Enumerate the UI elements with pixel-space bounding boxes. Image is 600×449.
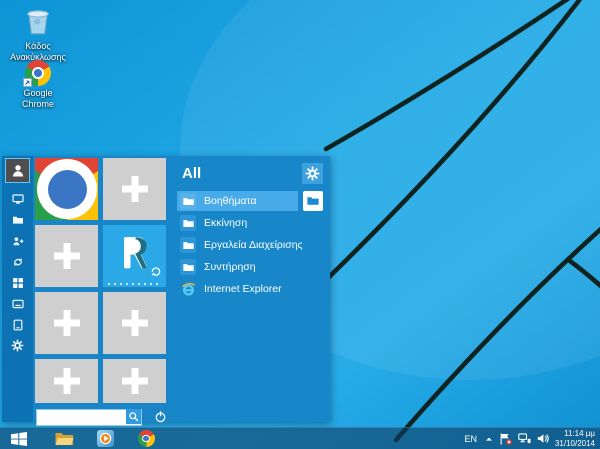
start-menu-search-row: [36, 407, 170, 425]
windows-logo-icon: [11, 432, 27, 446]
user-avatar[interactable]: [5, 158, 30, 183]
plus-icon: [122, 310, 148, 336]
plus-icon: [54, 243, 80, 269]
taskbar-media-player-button[interactable]: [95, 430, 115, 448]
tile-start-menu-reviver[interactable]: [103, 225, 166, 287]
plus-icon: [122, 368, 148, 394]
chevron-up-icon: [485, 435, 493, 443]
tile-google-chrome[interactable]: [35, 158, 98, 220]
folder-icon: [180, 193, 196, 209]
desktop-icon-google-chrome[interactable]: Google Chrome: [8, 60, 68, 110]
sidebar-share-icon[interactable]: [2, 230, 33, 251]
reviver-logo-icon: [115, 233, 155, 278]
gear-icon: [305, 166, 320, 181]
refresh-swirl-icon: [150, 264, 162, 282]
menu-item-selected[interactable]: Βοηθήματα: [177, 191, 298, 211]
chrome-icon: [138, 430, 155, 447]
tile-empty-add[interactable]: [35, 225, 98, 287]
system-tray: EN: [464, 429, 600, 449]
menu-settings-button[interactable]: [302, 163, 323, 184]
menu-item-accessories[interactable]: Βοηθήματα: [177, 191, 323, 211]
sidebar-tablet-icon[interactable]: [2, 314, 33, 335]
desktop: Κάδος Ανακύκλωσης Google Chrome: [0, 0, 600, 449]
search-button[interactable]: [126, 409, 141, 424]
start-menu-list-panel: All Βοηθήματα: [170, 156, 330, 422]
taskbar: EN: [0, 427, 600, 449]
sidebar-sync-icon[interactable]: [2, 251, 33, 272]
menu-item-startup[interactable]: Εκκίνηση: [177, 213, 323, 233]
volume-icon[interactable]: [537, 433, 549, 444]
internet-explorer-icon: [180, 281, 196, 297]
plus-icon: [122, 176, 148, 202]
taskbar-file-explorer-button[interactable]: [54, 430, 74, 448]
folder-icon: [180, 237, 196, 253]
menu-item-admin-tools[interactable]: Εργαλεία Διαχείρισης: [177, 235, 323, 255]
start-menu: All Βοηθήματα: [2, 156, 330, 422]
shortcut-arrow-icon: [23, 78, 32, 87]
file-explorer-icon: [55, 431, 74, 446]
desktop-icon-recycle-bin[interactable]: Κάδος Ανακύκλωσης: [8, 5, 68, 62]
network-icon[interactable]: [518, 433, 531, 444]
folder-icon: [307, 196, 319, 206]
media-player-icon: [97, 430, 114, 447]
desktop-icon-label: Google Chrome: [8, 88, 68, 110]
menu-item-list: Βοηθήματα Εκκίνηση: [177, 191, 323, 299]
search-icon: [128, 411, 139, 422]
taskbar-chrome-button[interactable]: [136, 430, 156, 448]
menu-item-maintenance[interactable]: Συντήρηση: [177, 257, 323, 277]
menu-item-internet-explorer[interactable]: Internet Explorer: [177, 279, 323, 299]
show-hidden-icons-button[interactable]: [485, 435, 493, 443]
power-button[interactable]: [151, 407, 169, 425]
folder-icon: [180, 215, 196, 231]
start-button[interactable]: [9, 430, 29, 448]
plus-icon: [54, 368, 80, 394]
plus-icon: [54, 310, 80, 336]
tile-empty-add[interactable]: [103, 158, 166, 220]
taskbar-clock[interactable]: 11:14 μμ 31/10/2014: [555, 429, 595, 449]
sidebar-folder-icon[interactable]: [2, 209, 33, 230]
tile-empty-add[interactable]: [35, 359, 98, 403]
list-header: All: [182, 163, 323, 184]
user-icon: [10, 163, 26, 178]
list-title: All: [182, 165, 201, 182]
start-menu-sidebar: [2, 156, 33, 422]
clock-time: 11:14 μμ: [555, 429, 595, 439]
sidebar-display-icon[interactable]: [2, 188, 33, 209]
sidebar-apps-icon[interactable]: [2, 272, 33, 293]
tile-empty-add[interactable]: [103, 292, 166, 354]
clock-date: 31/10/2014: [555, 439, 595, 449]
chrome-icon: [35, 158, 98, 220]
tile-empty-add[interactable]: [103, 359, 166, 403]
recycle-bin-icon: [23, 5, 53, 39]
language-indicator[interactable]: EN: [464, 434, 477, 444]
sidebar-window-icon[interactable]: [2, 293, 33, 314]
folder-icon: [180, 259, 196, 275]
power-icon: [154, 410, 167, 423]
action-center-flag-icon[interactable]: [499, 433, 512, 445]
open-folder-button[interactable]: [303, 191, 323, 211]
tile-empty-add[interactable]: [35, 292, 98, 354]
chrome-icon: [25, 60, 51, 86]
start-menu-tiles-panel: [33, 156, 170, 422]
sidebar-settings-gear-icon[interactable]: [2, 335, 33, 356]
